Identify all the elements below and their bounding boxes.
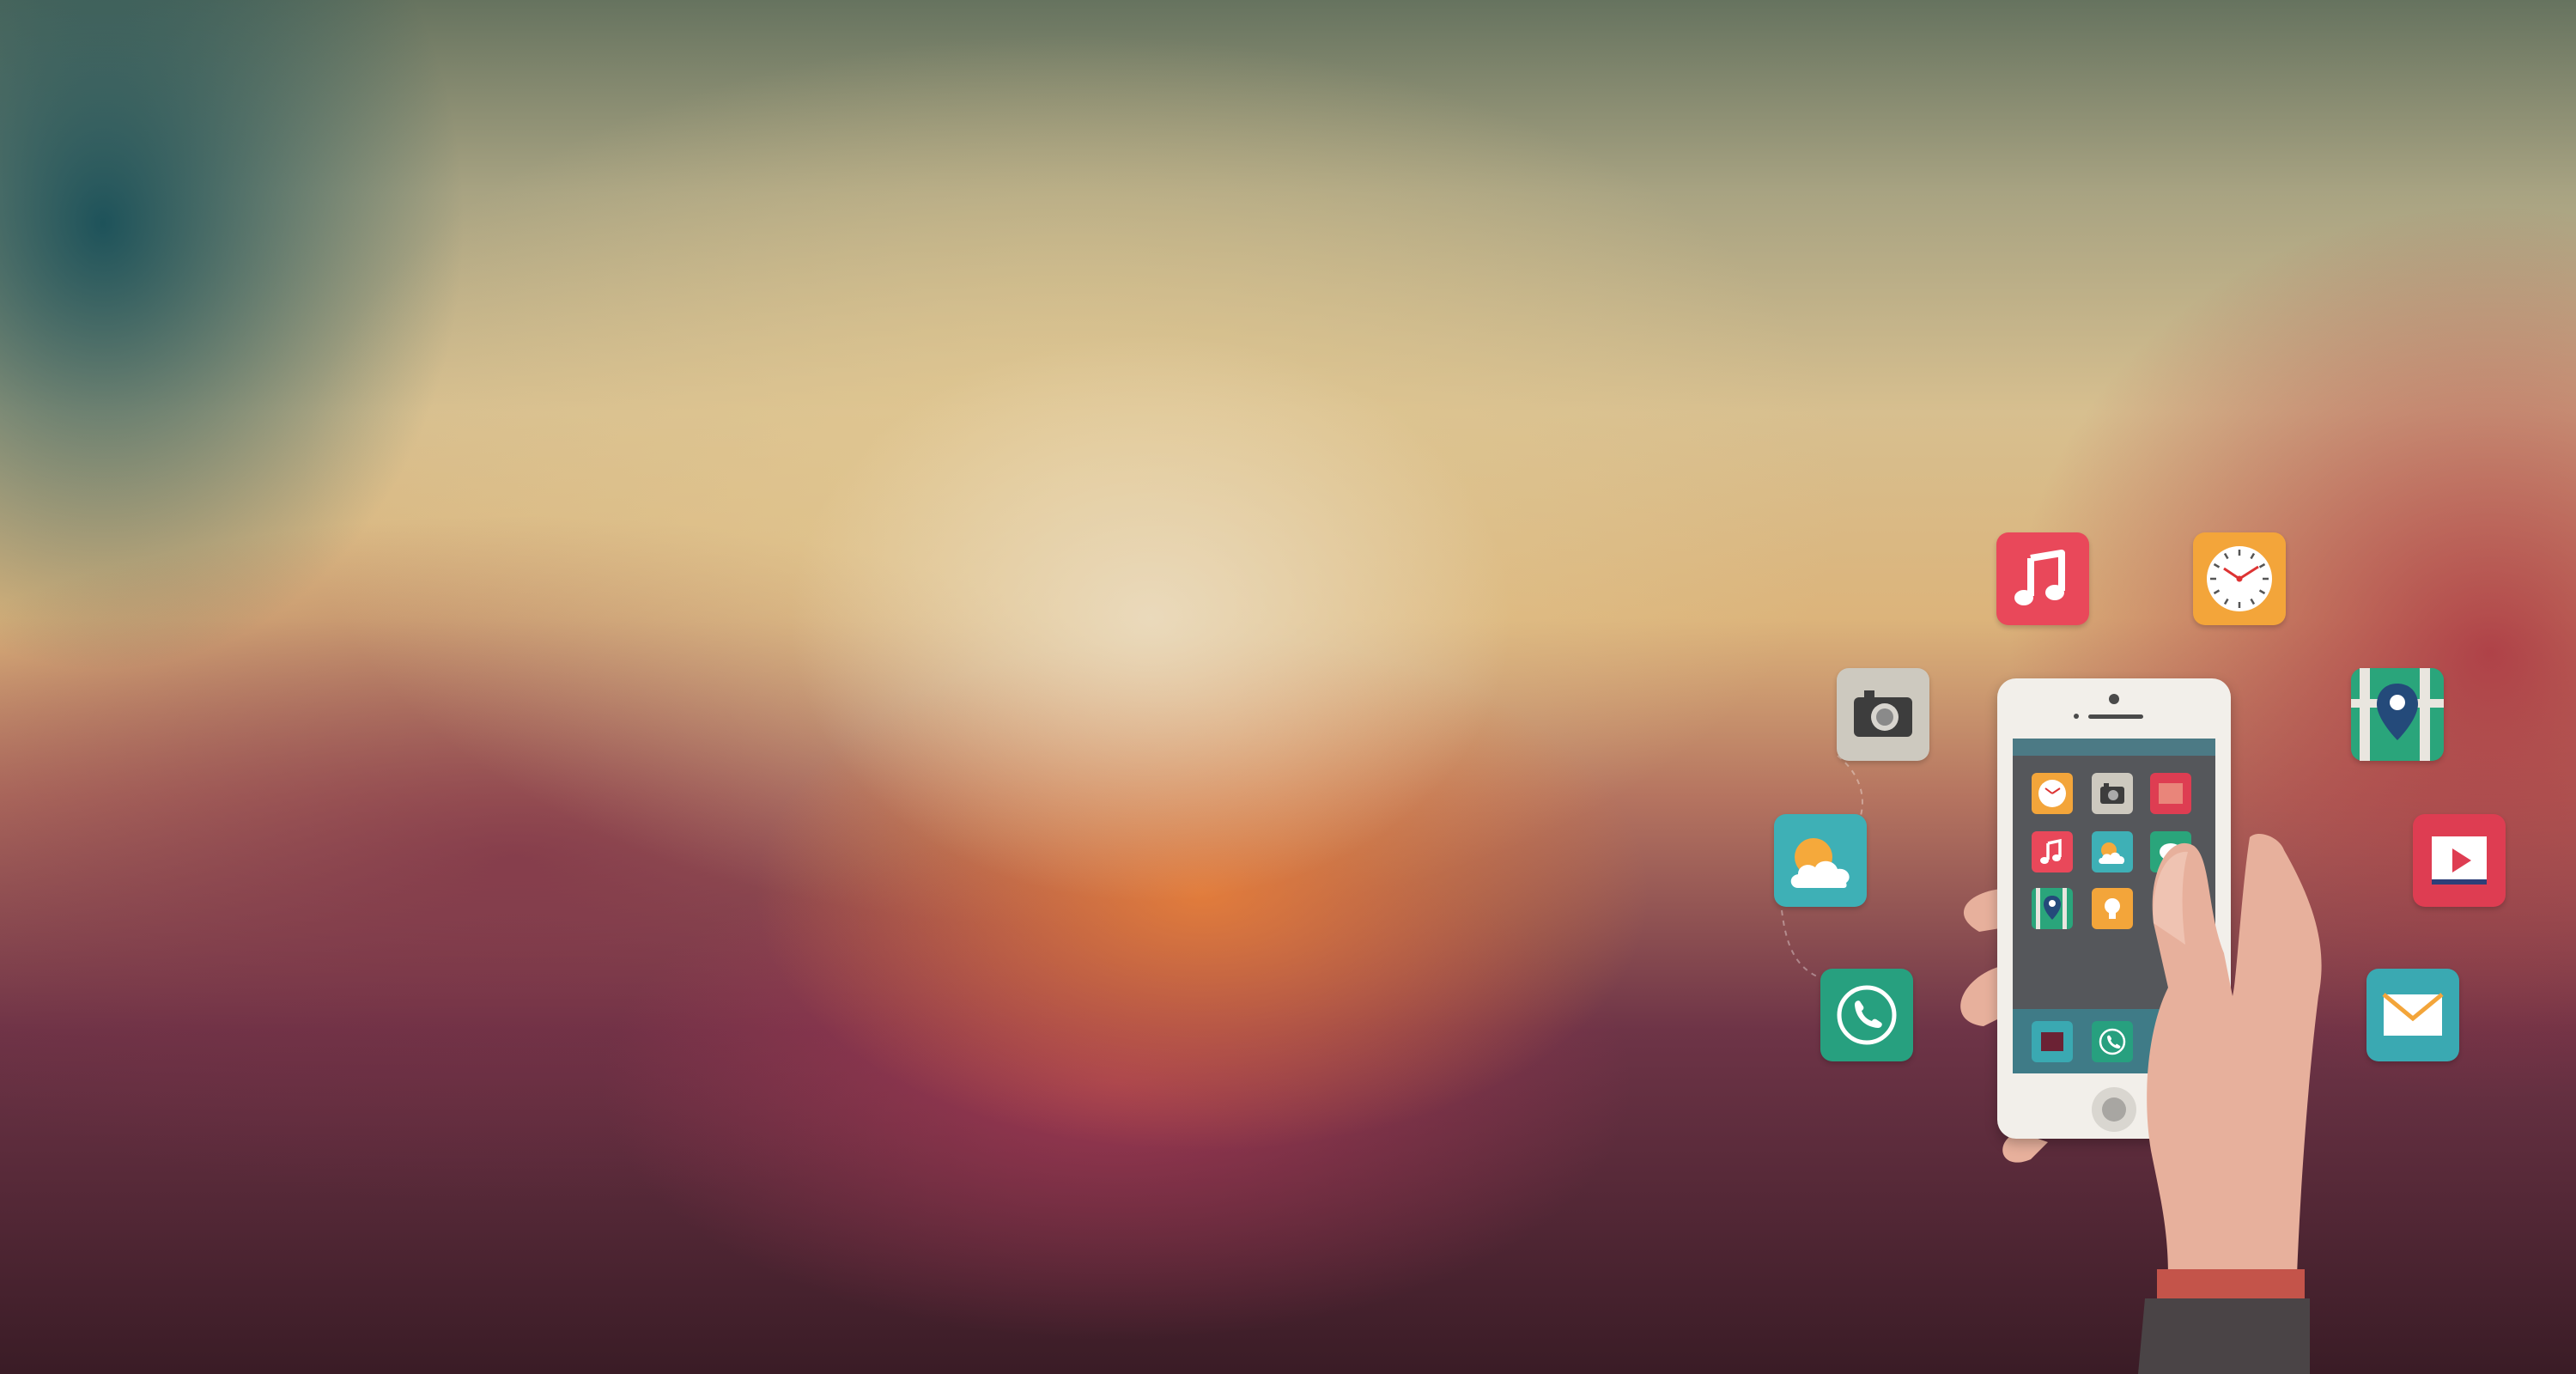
- phone-icon: [1837, 985, 1897, 1045]
- video-icon: [2432, 836, 2487, 885]
- hero-scene: [0, 0, 2576, 1374]
- mini-messages-app[interactable]: [2150, 831, 2191, 872]
- video-icon: [2159, 783, 2183, 804]
- music-icon: [2014, 550, 2065, 605]
- phone-top-details: [2074, 694, 2143, 719]
- clock-app-icon[interactable]: [2193, 532, 2286, 625]
- mini-clock-app[interactable]: [2032, 773, 2073, 814]
- chat-bubble-icon: [2160, 843, 2182, 860]
- music-icon: [2040, 838, 2062, 864]
- dock-video-app[interactable]: [2032, 1021, 2073, 1062]
- music-app-icon[interactable]: [1996, 532, 2089, 625]
- camera-icon: [2100, 783, 2124, 804]
- phone-app-icon[interactable]: [1820, 969, 1913, 1061]
- smartphone: [1997, 678, 2231, 1139]
- home-button[interactable]: [2092, 1087, 2136, 1132]
- video-app-icon[interactable]: [2413, 814, 2506, 907]
- weather-icon: [2099, 842, 2125, 864]
- camera-app-icon[interactable]: [1837, 668, 1929, 761]
- phone-icon: [2099, 1028, 2126, 1055]
- mail-icon: [2382, 993, 2444, 1036]
- dock-phone-app[interactable]: [2092, 1021, 2133, 1062]
- maps-app-icon[interactable]: [2351, 668, 2444, 761]
- phone-screen: [2013, 739, 2215, 1073]
- mini-music-app[interactable]: [2032, 831, 2073, 872]
- lightbulb-icon: [2105, 898, 2120, 919]
- mini-ideas-app[interactable]: [2092, 888, 2133, 929]
- maps-icon: [2036, 888, 2067, 929]
- mini-video-app[interactable]: [2150, 773, 2191, 814]
- clock-icon: [2207, 546, 2272, 611]
- weather-app-icon[interactable]: [1774, 814, 1867, 907]
- status-bar: [2013, 739, 2215, 756]
- mini-weather-app[interactable]: [2092, 831, 2133, 872]
- mail-app-icon[interactable]: [2366, 969, 2459, 1061]
- mini-maps-app[interactable]: [2032, 888, 2073, 929]
- video-icon: [2041, 1032, 2063, 1051]
- maps-icon: [2351, 668, 2444, 761]
- clock-icon: [2038, 780, 2066, 807]
- camera-icon: [1854, 690, 1912, 737]
- weather-icon: [1790, 838, 1850, 888]
- dock: [2013, 1009, 2215, 1073]
- mini-camera-app[interactable]: [2092, 773, 2133, 814]
